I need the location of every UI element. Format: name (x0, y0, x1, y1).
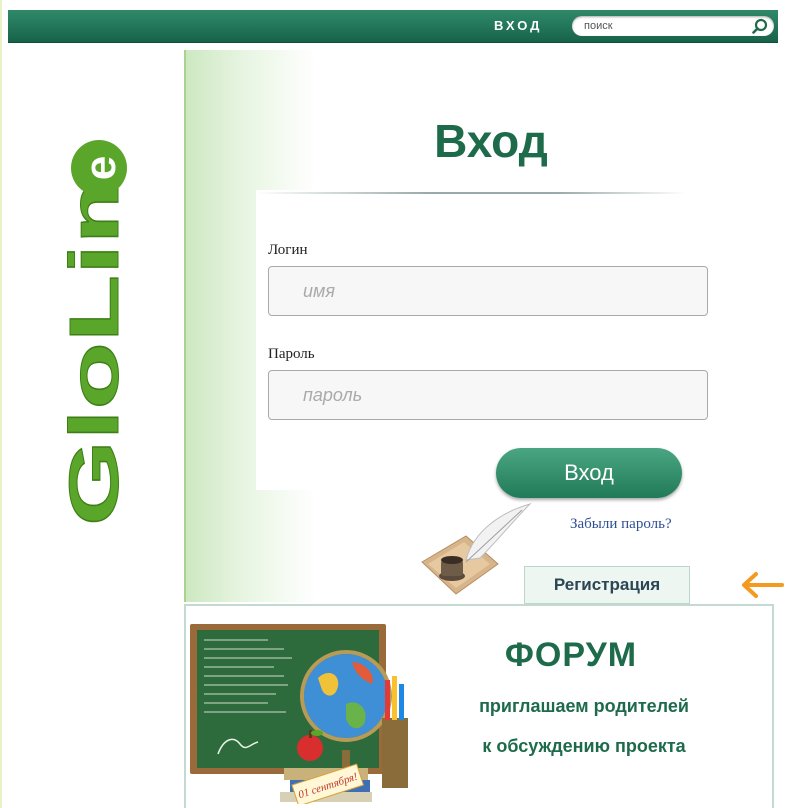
page-title: Вход (434, 115, 548, 167)
search-icon[interactable] (752, 18, 768, 34)
svg-text:GloLim: GloLim (66, 146, 132, 526)
register-button[interactable]: Регистрация (524, 566, 690, 604)
arrow-left-icon (742, 572, 784, 598)
forum-banner[interactable]: 01 сентября! ФОРУМ приглашаем родителей … (184, 604, 774, 808)
search-box (572, 16, 774, 36)
login-panel: Вход Логин Пароль Вход Забыли пароль? Ре… (184, 50, 776, 604)
login-form-card (256, 190, 706, 490)
glolime-logo[interactable]: GloLim e (66, 138, 132, 528)
forum-title: ФОРУМ (504, 636, 638, 674)
search-input[interactable] (584, 18, 734, 33)
header-login-link[interactable]: ВХОД (494, 18, 542, 33)
password-label: Пароль (268, 346, 315, 362)
top-nav-bar: ВХОД (8, 10, 778, 43)
username-field[interactable] (268, 266, 708, 316)
pencils-icon (382, 676, 408, 788)
school-chalkboard-illustration: 01 сентября! (190, 624, 408, 804)
password-field[interactable] (268, 370, 708, 420)
forum-subtitle-line1: приглашаем родителей (479, 696, 689, 716)
quill-ink-icon (421, 502, 532, 595)
svg-text:e: e (76, 156, 125, 180)
page-edge (0, 0, 2, 808)
username-label: Логин (268, 242, 308, 258)
forgot-password-link[interactable]: Забыли пароль? (570, 516, 672, 533)
login-submit-button[interactable]: Вход (496, 448, 682, 498)
forum-subtitle-line2: к обсуждению проекта (482, 736, 686, 756)
title-divider (256, 192, 686, 194)
